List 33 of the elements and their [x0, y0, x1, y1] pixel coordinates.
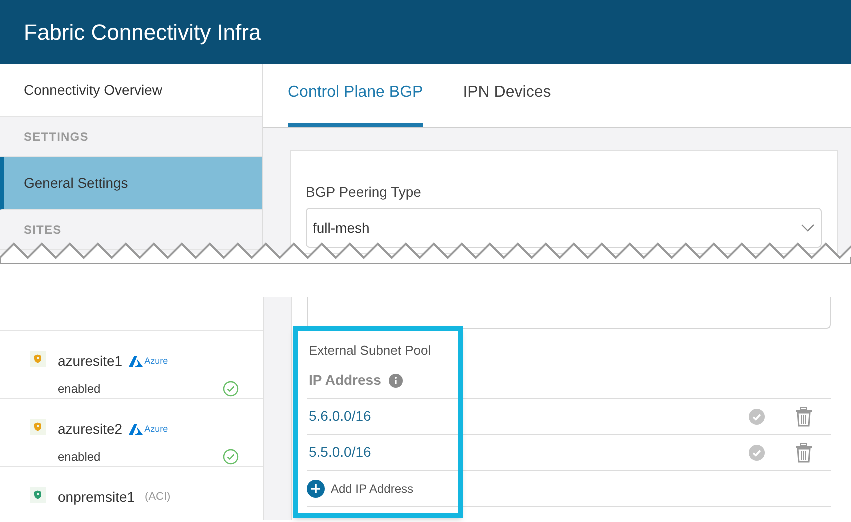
site-name: azuresite1 — [58, 352, 123, 371]
add-ip-address-button[interactable]: Add IP Address — [307, 480, 414, 498]
info-icon — [389, 374, 404, 388]
ip-address: 5.5.0.0/16 — [309, 443, 372, 462]
field-label: BGP Peering Type — [306, 183, 422, 202]
window-title: Fabric Connectivity Infra — [24, 18, 262, 47]
site-type-label: (ACI) — [145, 490, 171, 506]
check-circle-icon — [749, 444, 765, 460]
plus-circle-icon — [307, 480, 325, 498]
site-status: enabled — [58, 449, 101, 466]
shield-icon — [30, 351, 46, 367]
column-header: IP Address — [309, 371, 382, 390]
site-name: onpremsite1 — [58, 488, 136, 507]
azure-logo-icon — [128, 356, 143, 367]
sidebar-item[interactable]: General Settings — [0, 157, 262, 210]
sidebar-heading: SITES — [24, 222, 62, 238]
tab[interactable]: Control Plane BGP — [288, 64, 424, 127]
check-circle-icon — [749, 408, 765, 424]
section-label: External Subnet Pool — [309, 343, 432, 358]
azure-label: Azure — [144, 354, 168, 368]
shield-icon — [30, 487, 46, 503]
site-status: enabled — [58, 381, 101, 398]
azure-label: Azure — [144, 422, 168, 436]
ip-address: 5.6.0.0/16 — [309, 407, 372, 426]
sidebar-heading: SETTINGS — [24, 128, 89, 146]
chevron-down-icon — [801, 224, 815, 232]
azure-logo-icon — [128, 424, 143, 435]
trash-icon[interactable] — [795, 406, 813, 426]
site-name: azuresite2 — [58, 420, 123, 439]
trash-icon[interactable] — [795, 442, 813, 462]
shield-icon — [30, 419, 46, 435]
tab[interactable]: IPN Devices — [463, 64, 552, 127]
sidebar-item[interactable]: Connectivity Overview — [0, 64, 262, 117]
